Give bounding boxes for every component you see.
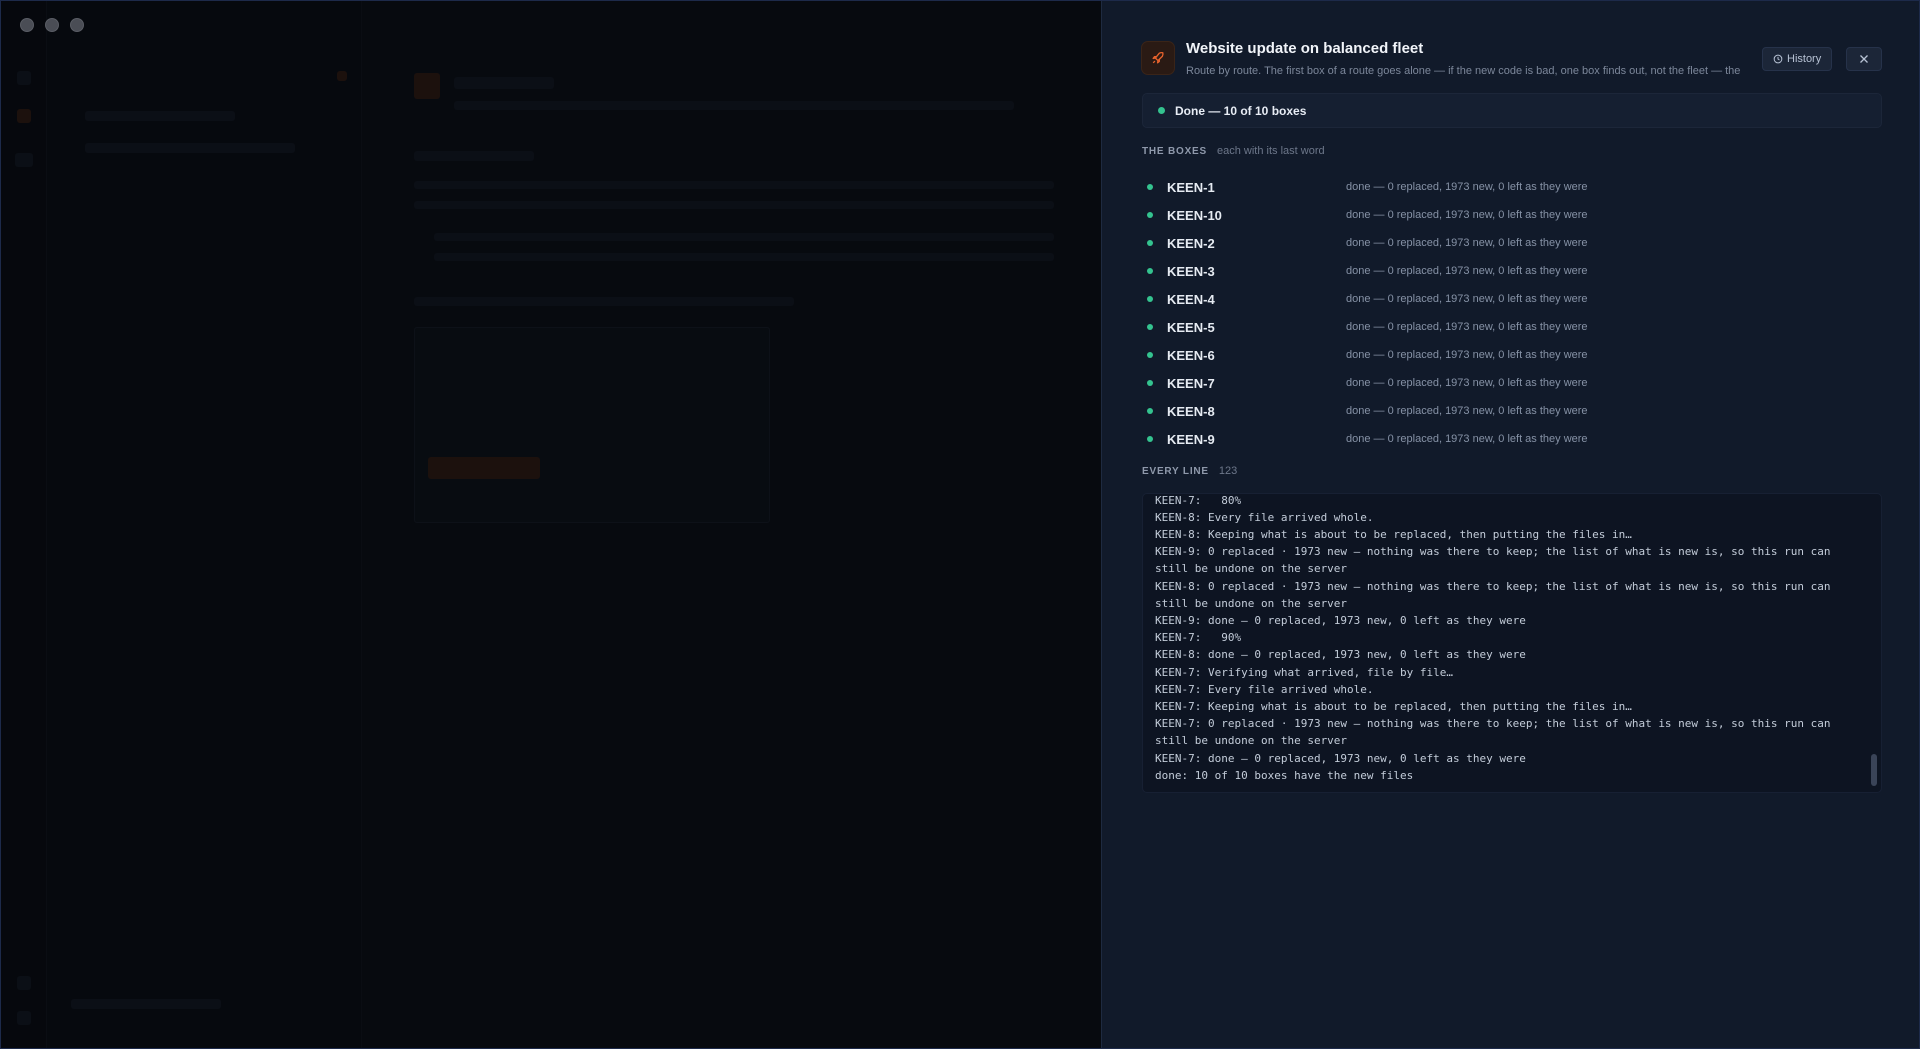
box-row: KEEN-2 done — 0 replaced, 1973 new, 0 le… xyxy=(1142,229,1882,257)
log-output[interactable]: KEEN-7: 80% KEEN-8: Every file arrived w… xyxy=(1142,493,1882,793)
log-line: KEEN-8: Keeping what is about to be repl… xyxy=(1155,527,1632,541)
box-name: KEEN-8 xyxy=(1167,403,1215,419)
box-row: KEEN-5 done — 0 replaced, 1973 new, 0 le… xyxy=(1142,313,1882,341)
deploy-detail-panel: Website update on balanced fleet Route b… xyxy=(1101,1,1919,1048)
box-name: KEEN-2 xyxy=(1167,235,1215,251)
boxes-section-label: THE BOXES xyxy=(1142,146,1207,157)
box-row: KEEN-6 done — 0 replaced, 1973 new, 0 le… xyxy=(1142,341,1882,369)
status-text: Done — 10 of 10 boxes xyxy=(1175,103,1307,118)
box-row: KEEN-3 done — 0 replaced, 1973 new, 0 le… xyxy=(1142,257,1882,285)
boxes-list: KEEN-1 done — 0 replaced, 1973 new, 0 le… xyxy=(1142,173,1882,453)
box-status-dot xyxy=(1147,352,1153,358)
log-line: KEEN-8: Every file arrived whole. xyxy=(1155,510,1374,524)
box-last-word: done — 0 replaced, 1973 new, 0 left as t… xyxy=(1346,237,1588,249)
box-row: KEEN-7 done — 0 replaced, 1973 new, 0 le… xyxy=(1142,369,1882,397)
log-line: KEEN-7: done — 0 replaced, 1973 new, 0 l… xyxy=(1155,751,1526,765)
box-row: KEEN-4 done — 0 replaced, 1973 new, 0 le… xyxy=(1142,285,1882,313)
clock-icon xyxy=(1773,54,1783,64)
log-line: KEEN-7: Verifying what arrived, file by … xyxy=(1155,665,1454,679)
window-controls xyxy=(20,18,84,32)
log-line: KEEN-9: done — 0 replaced, 1973 new, 0 l… xyxy=(1155,613,1526,627)
box-name: KEEN-1 xyxy=(1167,179,1215,195)
panel-subtitle: Route by route. The first box of a route… xyxy=(1186,65,1741,77)
log-line: KEEN-7: Every file arrived whole. xyxy=(1155,682,1374,696)
boxes-section-header: THE BOXES each with its last word xyxy=(1142,145,1325,157)
window-zoom-button[interactable] xyxy=(70,18,84,32)
box-last-word: done — 0 replaced, 1973 new, 0 left as t… xyxy=(1346,293,1588,305)
log-line: KEEN-7: 0 replaced · 1973 new — nothing … xyxy=(1155,717,1838,748)
box-last-word: done — 0 replaced, 1973 new, 0 left as t… xyxy=(1346,405,1588,417)
log-lines: KEEN-7: 80% KEEN-8: Every file arrived w… xyxy=(1155,493,1851,784)
log-line: KEEN-7: Keeping what is about to be repl… xyxy=(1155,699,1632,713)
box-name: KEEN-6 xyxy=(1167,347,1215,363)
box-last-word: done — 0 replaced, 1973 new, 0 left as t… xyxy=(1346,349,1588,361)
box-status-dot xyxy=(1147,184,1153,190)
box-name: KEEN-7 xyxy=(1167,375,1215,391)
box-last-word: done — 0 replaced, 1973 new, 0 left as t… xyxy=(1346,433,1588,445)
history-button-label: History xyxy=(1787,53,1822,65)
box-row: KEEN-1 done — 0 replaced, 1973 new, 0 le… xyxy=(1142,173,1882,201)
log-line: KEEN-8: 0 replaced · 1973 new — nothing … xyxy=(1155,579,1838,610)
box-status-dot xyxy=(1147,324,1153,330)
box-last-word: done — 0 replaced, 1973 new, 0 left as t… xyxy=(1346,377,1588,389)
box-last-word: done — 0 replaced, 1973 new, 0 left as t… xyxy=(1346,209,1588,221)
box-status-dot xyxy=(1147,240,1153,246)
box-status-dot xyxy=(1147,408,1153,414)
box-status-dot xyxy=(1147,212,1153,218)
box-last-word: done — 0 replaced, 1973 new, 0 left as t… xyxy=(1346,265,1588,277)
close-button[interactable] xyxy=(1846,47,1882,71)
box-name: KEEN-9 xyxy=(1167,431,1215,447)
box-name: KEEN-4 xyxy=(1167,291,1215,307)
log-section-label: EVERY LINE xyxy=(1142,466,1209,477)
box-last-word: done — 0 replaced, 1973 new, 0 left as t… xyxy=(1346,181,1588,193)
log-line: KEEN-8: done — 0 replaced, 1973 new, 0 l… xyxy=(1155,648,1526,662)
close-icon xyxy=(1859,54,1869,64)
box-last-word: done — 0 replaced, 1973 new, 0 left as t… xyxy=(1346,321,1588,333)
box-row: KEEN-8 done — 0 replaced, 1973 new, 0 le… xyxy=(1142,397,1882,425)
log-section-header: EVERY LINE 123 xyxy=(1142,465,1237,477)
panel-title: Website update on balanced fleet xyxy=(1186,40,1424,57)
box-name: KEEN-10 xyxy=(1167,207,1222,223)
log-line: KEEN-9: 0 replaced · 1973 new — nothing … xyxy=(1155,545,1838,576)
box-name: KEEN-3 xyxy=(1167,263,1215,279)
boxes-section-hint: each with its last word xyxy=(1217,145,1325,157)
status-dot xyxy=(1158,107,1165,114)
log-scrollbar[interactable] xyxy=(1871,754,1877,786)
window-close-button[interactable] xyxy=(20,18,34,32)
log-line: done: 10 of 10 boxes have the new files xyxy=(1155,768,1414,782)
log-line: KEEN-7: 90% xyxy=(1155,631,1242,645)
status-banner: Done — 10 of 10 boxes xyxy=(1142,93,1882,128)
box-name: KEEN-5 xyxy=(1167,319,1215,335)
window-minimize-button[interactable] xyxy=(45,18,59,32)
history-button[interactable]: History xyxy=(1762,47,1833,71)
rocket-icon xyxy=(1141,41,1175,75)
box-status-dot xyxy=(1147,436,1153,442)
app-window: Website update on balanced fleet Route b… xyxy=(0,0,1920,1049)
box-status-dot xyxy=(1147,268,1153,274)
box-status-dot xyxy=(1147,380,1153,386)
log-line: KEEN-7: 80% xyxy=(1155,493,1242,507)
box-row: KEEN-9 done — 0 replaced, 1973 new, 0 le… xyxy=(1142,425,1882,453)
box-row: KEEN-10 done — 0 replaced, 1973 new, 0 l… xyxy=(1142,201,1882,229)
log-line-count: 123 xyxy=(1218,465,1238,477)
box-status-dot xyxy=(1147,296,1153,302)
